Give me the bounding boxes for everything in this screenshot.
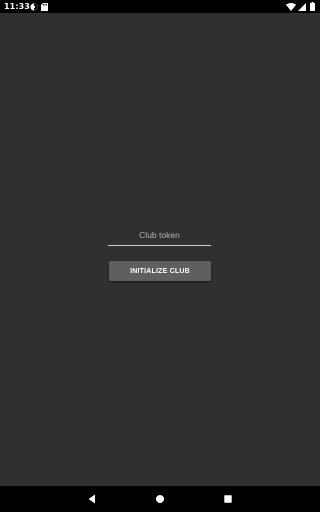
wifi-icon xyxy=(286,3,296,11)
main-content: INITIALIZE CLUB xyxy=(0,13,320,486)
back-icon[interactable] xyxy=(86,493,98,505)
home-icon[interactable] xyxy=(154,493,166,505)
app-screen: 11:33 INITIALIZE CLUB xyxy=(0,0,320,512)
navigation-bar xyxy=(0,486,320,512)
signal-icon xyxy=(298,3,306,11)
battery-icon xyxy=(310,2,315,11)
sd-card-icon xyxy=(41,3,48,11)
status-bar: 11:33 xyxy=(0,0,320,13)
recents-icon[interactable] xyxy=(222,493,234,505)
status-time: 11:33 xyxy=(4,2,30,11)
initialize-club-button[interactable]: INITIALIZE CLUB xyxy=(109,261,211,281)
media-icon xyxy=(30,3,38,11)
club-token-input[interactable] xyxy=(108,227,211,246)
